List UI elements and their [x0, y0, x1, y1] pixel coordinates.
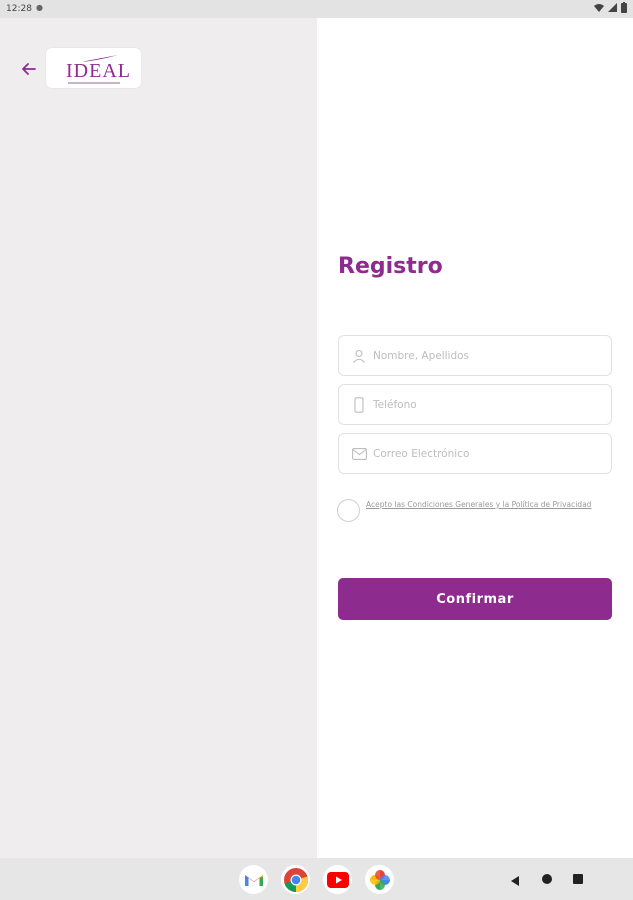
- terms-row: Acepto las Condiciones Generales y la Po…: [337, 498, 617, 528]
- name-input[interactable]: [373, 349, 593, 362]
- nav-home-button[interactable]: [542, 874, 552, 884]
- app-dock: [239, 865, 394, 894]
- mic-icon: ●: [36, 3, 43, 12]
- phone-input[interactable]: [373, 398, 593, 411]
- mail-icon: [351, 446, 367, 462]
- phone-icon: [351, 396, 367, 413]
- signal-icon: [608, 2, 617, 12]
- email-input[interactable]: [373, 447, 593, 460]
- phone-field[interactable]: [338, 384, 612, 425]
- nav-back-button[interactable]: [510, 872, 520, 891]
- confirm-button[interactable]: Confirmar: [338, 578, 612, 620]
- battery-icon: [621, 2, 627, 13]
- chrome-icon[interactable]: [281, 865, 310, 894]
- wifi-icon: [594, 3, 604, 12]
- logo-text: IDEAL: [66, 60, 131, 82]
- email-field[interactable]: [338, 433, 612, 474]
- person-icon: [351, 348, 367, 364]
- registration-form: Registro Acepto las Condiciones Generale…: [317, 18, 633, 858]
- nav-recents-button[interactable]: [573, 874, 583, 884]
- status-bar: 12:28 ●: [0, 0, 633, 18]
- status-time: 12:28: [6, 4, 32, 14]
- name-field[interactable]: [338, 335, 612, 376]
- nav-bar: [0, 858, 633, 900]
- triangle-back-icon: [511, 876, 519, 886]
- terms-link[interactable]: Acepto las Condiciones Generales y la Po…: [366, 500, 596, 510]
- gmail-icon[interactable]: [239, 865, 268, 894]
- terms-radio[interactable]: [337, 499, 360, 522]
- arrow-left-icon: [22, 63, 36, 75]
- status-icons: [594, 2, 627, 13]
- logo: IDEAL: [46, 48, 141, 88]
- back-button[interactable]: [20, 61, 40, 77]
- page-title: Registro: [338, 254, 443, 279]
- logo-tagline: [68, 82, 120, 84]
- left-panel: IDEAL: [0, 18, 317, 858]
- youtube-icon[interactable]: [323, 865, 352, 894]
- photos-icon[interactable]: [365, 865, 394, 894]
